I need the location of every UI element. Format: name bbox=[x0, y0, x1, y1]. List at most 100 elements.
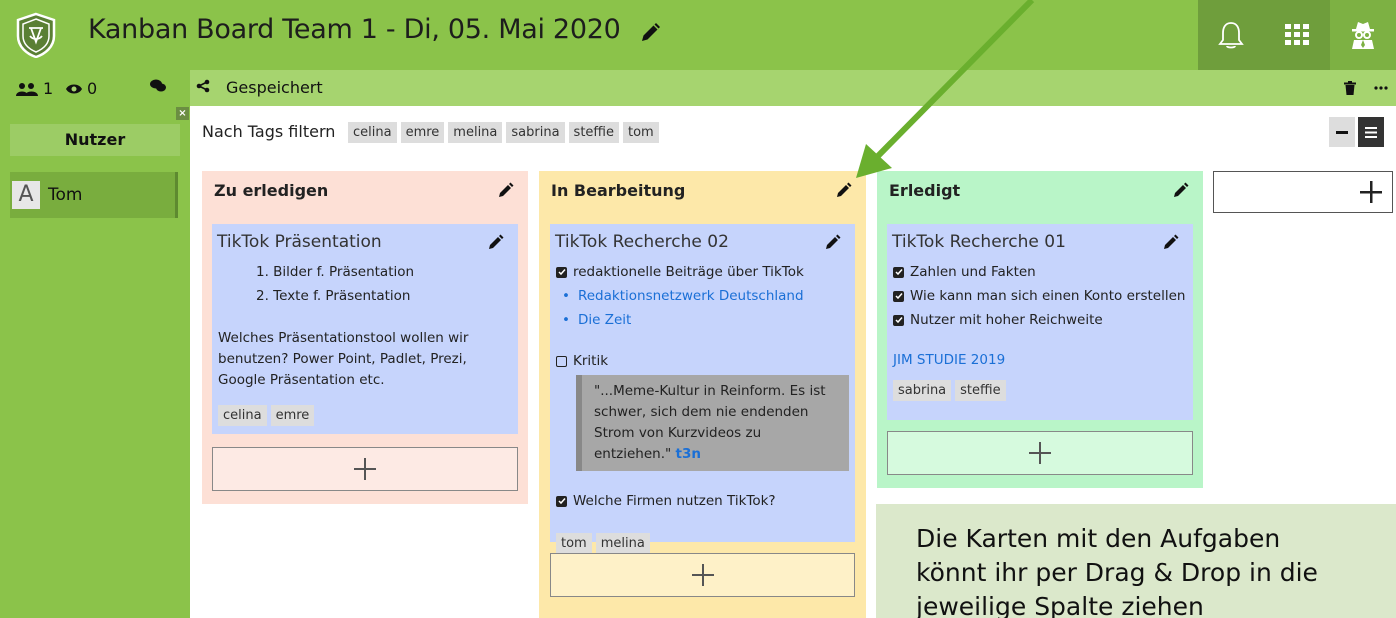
comments-icon[interactable] bbox=[150, 79, 166, 93]
task-card[interactable]: TikTok Recherche 02 redaktionelle Beiträ… bbox=[550, 224, 855, 554]
filter-tag[interactable]: celina bbox=[348, 122, 397, 143]
checklist-text: Wie kann man sich einen Konto erstellen bbox=[910, 288, 1186, 304]
card-tag[interactable]: celina bbox=[218, 405, 267, 426]
link-die-zeit[interactable]: Die Zeit bbox=[578, 312, 631, 328]
link-redaktionsnetzwerk[interactable]: Redaktionsnetzwerk Deutschland bbox=[578, 288, 804, 304]
checklist-item: Zahlen und Fakten bbox=[893, 260, 1187, 284]
users-icon bbox=[16, 82, 38, 96]
checklist-item: redaktionelle Beiträge über TikTok bbox=[556, 260, 849, 284]
more-options-icon[interactable] bbox=[1374, 80, 1388, 99]
user-list-item[interactable]: A Tom bbox=[10, 172, 178, 218]
board-toolbar: 1 0 Gespeichert bbox=[0, 70, 1396, 106]
edit-column-pencil-icon[interactable] bbox=[1173, 182, 1189, 198]
edit-column-pencil-icon[interactable] bbox=[836, 182, 852, 198]
column-header: Zu erledigen bbox=[202, 171, 528, 209]
share-icon[interactable] bbox=[196, 79, 210, 93]
card-tag[interactable]: tom bbox=[556, 533, 592, 554]
quote-text: "...Meme-Kultur in Reinform. Es ist schw… bbox=[594, 383, 826, 462]
column-title: Zu erledigen bbox=[214, 180, 329, 200]
shield-logo-icon[interactable] bbox=[14, 12, 58, 59]
checklist-text: redaktionelle Beiträge über TikTok bbox=[573, 264, 804, 280]
notification-bell-icon[interactable] bbox=[1198, 0, 1264, 70]
filter-tag[interactable]: tom bbox=[622, 122, 659, 143]
trash-icon[interactable] bbox=[1344, 80, 1356, 99]
plus-icon bbox=[1360, 181, 1382, 203]
task-card[interactable]: TikTok Präsentation 1. Bilder f. Präsent… bbox=[212, 224, 518, 434]
list-item: 2. Texte f. Präsentation bbox=[256, 288, 411, 304]
card-link-row: JIM STUDIE 2019 bbox=[893, 348, 1187, 372]
card-body: Zahlen und Fakten Wie kann man sich eine… bbox=[887, 252, 1193, 401]
column-title: In Bearbeitung bbox=[551, 180, 686, 200]
checked-checkbox-icon[interactable] bbox=[556, 495, 567, 507]
card-title: TikTok Recherche 02 bbox=[555, 232, 729, 252]
checklist-item: Nutzer mit hoher Reichweite bbox=[893, 308, 1187, 332]
card-tag[interactable]: emre bbox=[270, 405, 315, 426]
view-toggle bbox=[1329, 117, 1384, 147]
card-body: 1. Bilder f. Präsentation 2. Texte f. Pr… bbox=[212, 252, 518, 426]
edit-column-pencil-icon[interactable] bbox=[498, 182, 514, 198]
eye-icon bbox=[66, 84, 82, 93]
edit-card-pencil-icon[interactable] bbox=[1163, 234, 1179, 250]
card-title: TikTok Recherche 01 bbox=[892, 232, 1066, 252]
card-header: TikTok Recherche 02 bbox=[550, 224, 855, 252]
card-header: TikTok Recherche 01 bbox=[887, 224, 1193, 252]
add-column-button[interactable] bbox=[1213, 171, 1393, 213]
filter-tag[interactable]: steffie bbox=[568, 122, 619, 143]
card-text: Welches Präsentationstool wollen wir ben… bbox=[218, 330, 469, 388]
card-tag[interactable]: melina bbox=[595, 533, 650, 554]
edit-title-pencil-icon[interactable] bbox=[639, 20, 661, 42]
column-title: Erledigt bbox=[889, 180, 961, 200]
tag-filter-list: celina emre melina sabrina steffie tom bbox=[348, 122, 659, 143]
list-view-icon[interactable] bbox=[1358, 117, 1384, 147]
spy-user-icon[interactable] bbox=[1330, 0, 1396, 70]
checked-checkbox-icon[interactable] bbox=[556, 266, 567, 278]
filter-tag[interactable]: sabrina bbox=[506, 122, 565, 143]
plus-icon bbox=[691, 564, 714, 586]
checked-checkbox-icon[interactable] bbox=[893, 266, 904, 278]
users-count[interactable]: 1 bbox=[16, 79, 53, 98]
card-tags: sabrina steffie bbox=[893, 380, 1187, 401]
card-tags: celina emre bbox=[218, 405, 512, 426]
filter-tag[interactable]: melina bbox=[448, 122, 503, 143]
users-button[interactable]: Nutzer bbox=[10, 124, 180, 156]
filter-tag[interactable]: emre bbox=[400, 122, 445, 143]
users-count-value: 1 bbox=[43, 79, 54, 98]
tag-filter-label: Nach Tags filtern bbox=[202, 122, 336, 141]
checked-checkbox-icon[interactable] bbox=[893, 314, 904, 326]
column-header: Erledigt bbox=[877, 171, 1203, 209]
edit-card-pencil-icon[interactable] bbox=[488, 234, 504, 250]
card-tag[interactable]: steffie bbox=[955, 380, 1006, 401]
viewers-count[interactable]: 0 bbox=[66, 79, 97, 98]
card-body: redaktionelle Beiträge über TikTok • Reda… bbox=[550, 252, 855, 373]
checklist-text: Welche Firmen nutzen TikTok? bbox=[573, 493, 776, 509]
add-card-button[interactable] bbox=[212, 447, 518, 491]
viewers-count-value: 0 bbox=[87, 79, 98, 98]
task-card[interactable]: TikTok Recherche 01 Zahlen und Fakten Wi… bbox=[887, 224, 1193, 420]
blockquote: "...Meme-Kultur in Reinform. Es ist schw… bbox=[576, 375, 849, 471]
add-card-button[interactable] bbox=[550, 553, 855, 597]
plus-icon bbox=[1029, 442, 1051, 464]
card-title: TikTok Präsentation bbox=[217, 232, 382, 252]
column-in-progress: In Bearbeitung TikTok Recherche 02 redak… bbox=[539, 171, 866, 618]
card-tag[interactable]: sabrina bbox=[893, 380, 952, 401]
checklist-item: Welche Firmen nutzen TikTok? bbox=[556, 489, 849, 513]
drag-drop-hint: Die Karten mit den Aufgaben könnt ihr pe… bbox=[876, 504, 1396, 618]
close-sidebar-icon[interactable]: × bbox=[176, 107, 189, 120]
apps-grid-icon[interactable] bbox=[1264, 0, 1330, 70]
unchecked-checkbox-icon[interactable] bbox=[556, 355, 567, 367]
checklist-text: Zahlen und Fakten bbox=[910, 264, 1036, 280]
checklist-item: Wie kann man sich einen Konto erstellen bbox=[893, 284, 1187, 308]
quote-source-link[interactable]: t3n bbox=[676, 446, 701, 462]
checked-checkbox-icon[interactable] bbox=[893, 290, 904, 302]
link-list-item: • Die Zeit bbox=[562, 312, 632, 328]
link-jim-studie[interactable]: JIM STUDIE 2019 bbox=[893, 352, 1005, 368]
edit-card-pencil-icon[interactable] bbox=[825, 234, 841, 250]
save-status: Gespeichert bbox=[226, 78, 323, 97]
board-title: Kanban Board Team 1 - Di, 05. Mai 2020 bbox=[88, 14, 661, 45]
user-name: Tom bbox=[48, 185, 83, 205]
collapse-view-icon[interactable] bbox=[1329, 117, 1355, 147]
toolbar-right bbox=[1344, 80, 1388, 99]
link-list-item: • Redaktionsnetzwerk Deutschland bbox=[562, 288, 804, 304]
add-card-button[interactable] bbox=[887, 431, 1193, 475]
column-header: In Bearbeitung bbox=[539, 171, 866, 209]
